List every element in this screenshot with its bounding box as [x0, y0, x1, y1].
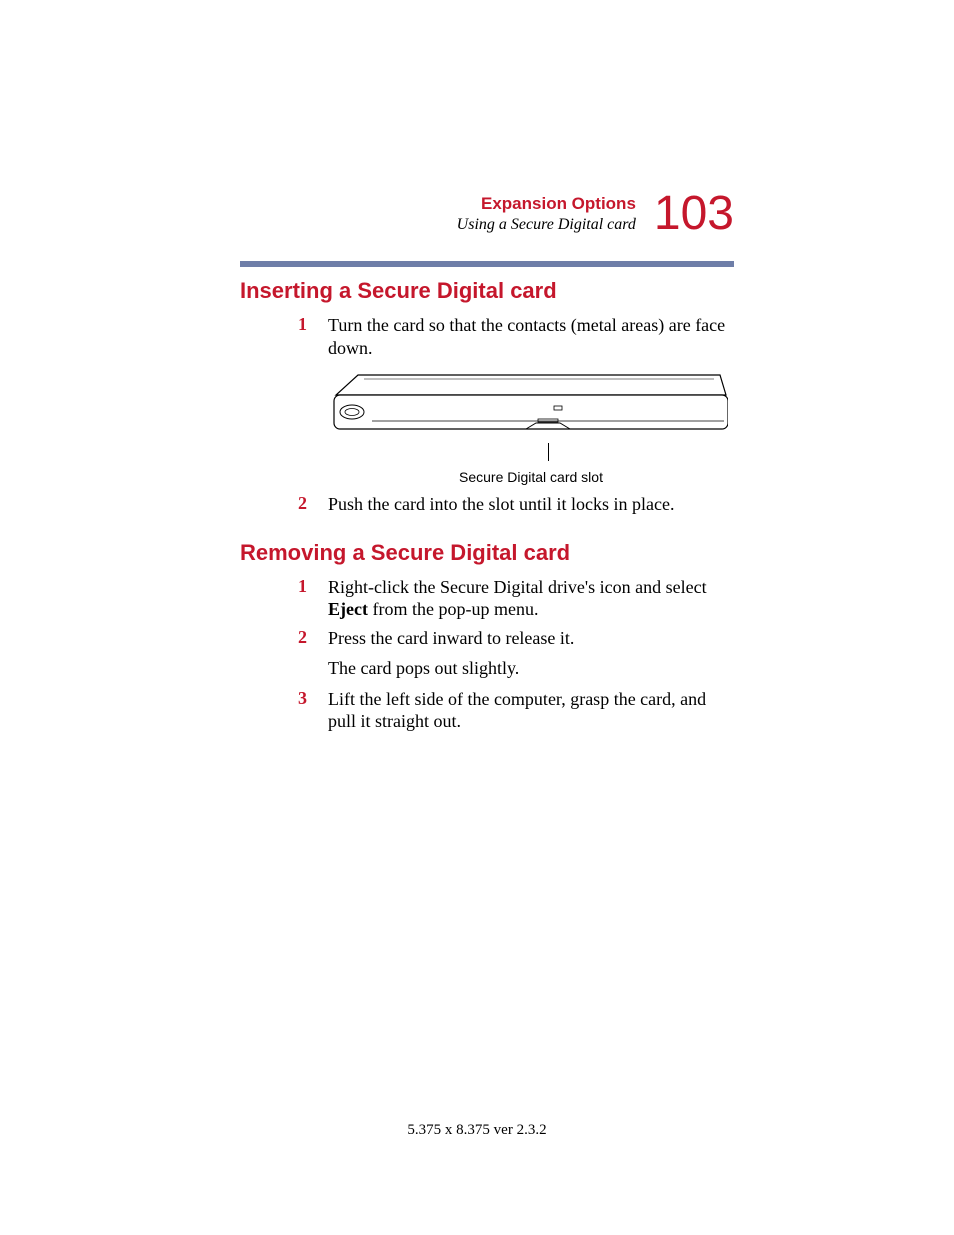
step-text: Right-click the Secure Digital drive's i… [328, 576, 734, 621]
header-text-block: Expansion Options Using a Secure Digital… [457, 194, 636, 234]
content-area: Inserting a Secure Digital card 1 Turn t… [240, 278, 734, 739]
step-text-part-b: from the pop-up menu. [368, 599, 538, 619]
page-header: Expansion Options Using a Secure Digital… [457, 190, 734, 238]
section-heading-inserting: Inserting a Secure Digital card [240, 278, 734, 304]
step-text-bold: Eject [328, 599, 368, 619]
step-text: Press the card inward to release it. [328, 627, 574, 650]
leader-line [548, 443, 549, 461]
figure-leader [328, 443, 728, 465]
page: Expansion Options Using a Secure Digital… [0, 0, 954, 1235]
section-heading-removing: Removing a Secure Digital card [240, 540, 734, 566]
page-number: 103 [654, 190, 734, 238]
step-text: Turn the card so that the contacts (meta… [328, 314, 734, 359]
removing-step-2: 2 Press the card inward to release it. [298, 627, 734, 650]
step-number: 3 [298, 688, 328, 733]
page-footer: 5.375 x 8.375 ver 2.3.2 [0, 1122, 954, 1139]
laptop-figure: Secure Digital card slot [328, 371, 734, 485]
step-number: 1 [298, 314, 328, 359]
step-text: Push the card into the slot until it loc… [328, 493, 674, 516]
step-text-part-a: Right-click the Secure Digital drive's i… [328, 577, 707, 597]
header-divider [240, 261, 734, 267]
chapter-title: Expansion Options [481, 194, 636, 214]
removing-step-2-continuation: The card pops out slightly. [328, 657, 734, 680]
removing-step-3: 3 Lift the left side of the computer, gr… [298, 688, 734, 733]
inserting-step-1: 1 Turn the card so that the contacts (me… [298, 314, 734, 359]
removing-step-1: 1 Right-click the Secure Digital drive's… [298, 576, 734, 621]
step-number: 2 [298, 627, 328, 650]
step-text: Lift the left side of the computer, gras… [328, 688, 734, 733]
step-number: 2 [298, 493, 328, 516]
figure-caption: Secure Digital card slot [328, 469, 734, 485]
laptop-side-illustration [328, 371, 728, 443]
inserting-step-2: 2 Push the card into the slot until it l… [298, 493, 734, 516]
step-number: 1 [298, 576, 328, 621]
header-subtitle: Using a Secure Digital card [457, 216, 636, 234]
laptop-side-icon [328, 371, 728, 443]
